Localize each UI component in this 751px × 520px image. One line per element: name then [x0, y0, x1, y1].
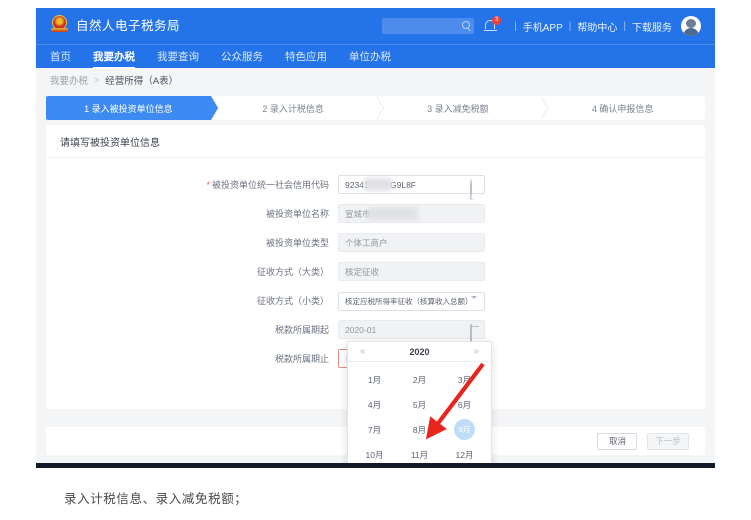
caption-text: 录入计税信息、录入减免税额； [64, 492, 248, 506]
month-cell-8[interactable]: 8月 [397, 418, 442, 441]
label-collection-major: 征收方式（大类） [256, 266, 329, 277]
step-1-label: 1 录入被投资单位信息 [84, 103, 173, 114]
breadcrumb-parent[interactable]: 我要办税 [50, 73, 88, 87]
window-bottom-frame [36, 463, 715, 468]
month-grid: 1月 2月 3月 4月 5月 6月 7月 8月 9月 10月 11月 12月 [348, 362, 491, 463]
month-cell-9[interactable]: 9月 [442, 418, 487, 441]
picker-year-label[interactable]: 2020 [409, 347, 429, 357]
label-credit-code: * 被投资单位统一社会信用代码 [206, 179, 329, 190]
prev-year-button[interactable]: « [360, 346, 366, 357]
month-cell-10[interactable]: 10月 [352, 443, 397, 463]
brand-title: 自然人电子税务局 [76, 18, 181, 33]
required-marker: * [206, 179, 210, 190]
field-row-period-start: 税款所属期起 [46, 316, 705, 343]
step-1[interactable]: 1 录入被投资单位信息 [46, 96, 219, 120]
control-period-start [338, 320, 485, 343]
label-investee-type: 被投资单位类型 [265, 237, 329, 248]
nav-item-featured-apps[interactable]: 特色应用 [285, 45, 327, 69]
header-separator-3: | [623, 20, 626, 32]
period-start-input [338, 320, 485, 339]
national-emblem-icon [50, 14, 70, 34]
control-investee-name [338, 204, 485, 223]
field-row-collection-major: 征收方式（大类） [46, 258, 705, 284]
label-period-end: 税款所属期止 [274, 353, 329, 364]
investee-form: *被投资单位统一社会信用代码 G9L8F 被投资单位名称 [46, 158, 705, 372]
label-collection-minor: 征收方式（小类） [256, 295, 329, 306]
main-nav: 首页 我要办税 我要查询 公众服务 特色应用 单位办税 [36, 44, 715, 69]
avatar[interactable] [681, 16, 701, 36]
month-cell-4[interactable]: 4月 [352, 393, 397, 416]
month-cell-1[interactable]: 1月 [352, 368, 397, 391]
app-window: 自然人电子税务局 3 | 手机APP | 帮助中心 | 下载服务 首页 我要办税… [36, 8, 715, 463]
next-step-button[interactable]: 下一步 [647, 432, 689, 450]
month-cell-7[interactable]: 7月 [352, 418, 397, 441]
notifications-button[interactable]: 3 [484, 16, 502, 34]
step-2-label: 2 录入计税信息 [262, 103, 324, 114]
field-row-investee-name: 被投资单位名称 [46, 200, 705, 226]
step-3[interactable]: 3 录入减免税额 [375, 96, 549, 120]
month-cell-12[interactable]: 12月 [442, 443, 487, 463]
next-year-button[interactable]: » [473, 346, 479, 357]
nav-item-public-service[interactable]: 公众服务 [221, 45, 263, 69]
field-row-credit-code: *被投资单位统一社会信用代码 G9L8F [46, 171, 705, 198]
header-link-download-service[interactable]: 下载服务 [632, 19, 672, 34]
month-cell-5[interactable]: 5月 [397, 393, 442, 416]
search-input[interactable] [382, 18, 475, 34]
credit-code-suffix: G9L8F [390, 179, 416, 190]
month-cell-2[interactable]: 2月 [397, 368, 442, 391]
search-icon [462, 21, 471, 29]
month-cell-3[interactable]: 3月 [442, 368, 487, 391]
control-investee-type [338, 233, 485, 252]
month-cell-6[interactable]: 6月 [442, 393, 487, 416]
screenshot-root: 自然人电子税务局 3 | 手机APP | 帮助中心 | 下载服务 首页 我要办税… [0, 0, 751, 520]
month-picker-popup[interactable]: « 2020 » 1月 2月 3月 4月 5月 6月 7月 8月 9月 10月 … [347, 341, 492, 463]
step-indicator: 1 录入被投资单位信息 2 录入计税信息 3 录入减免税额 4 确认申报信息 [46, 96, 705, 120]
nav-item-query[interactable]: 我要查询 [157, 45, 199, 69]
form-panel: 请填写被投资单位信息 *被投资单位统一社会信用代码 G9L8F [46, 125, 705, 463]
label-period-start: 税款所属期起 [274, 324, 329, 335]
control-collection-major [338, 262, 485, 281]
collection-minor-select[interactable] [338, 291, 485, 311]
control-credit-code: G9L8F [338, 175, 485, 198]
step-3-label: 3 录入减免税额 [427, 103, 489, 114]
redaction-block [364, 177, 392, 191]
redaction-block [368, 206, 418, 220]
step-2[interactable]: 2 录入计税信息 [210, 96, 384, 120]
collection-major-input [338, 262, 485, 281]
breadcrumb-current: 经营所得（A表） [105, 76, 179, 87]
step-4-label: 4 确认申报信息 [591, 103, 654, 114]
step-4[interactable]: 4 确认申报信息 [540, 96, 705, 120]
header-right: 3 | 手机APP | 帮助中心 | 下载服务 [382, 8, 701, 44]
cancel-button[interactable]: 取消 [597, 432, 638, 450]
nav-item-tax-filing[interactable]: 我要办税 [93, 45, 135, 69]
month-cell-11[interactable]: 11月 [397, 443, 442, 463]
site-header: 自然人电子税务局 3 | 手机APP | 帮助中心 | 下载服务 [36, 8, 715, 44]
month-picker-header: « 2020 » [348, 342, 491, 362]
field-row-investee-type: 被投资单位类型 [46, 229, 705, 255]
brand[interactable]: 自然人电子税务局 [50, 14, 180, 34]
breadcrumb-separator: > [94, 75, 100, 85]
header-link-help-center[interactable]: 帮助中心 [577, 19, 617, 34]
label-investee-name: 被投资单位名称 [265, 208, 329, 219]
header-separator-2: | [568, 20, 572, 32]
breadcrumb: 我要办税 > 经营所得（A表） [36, 68, 715, 92]
control-collection-minor [338, 291, 485, 316]
header-link-mobile-app[interactable]: 手机APP [523, 19, 563, 34]
header-separator-1: | [514, 20, 517, 32]
nav-item-home[interactable]: 首页 [50, 45, 71, 69]
notification-badge: 3 [492, 16, 502, 25]
panel-title: 请填写被投资单位信息 [46, 125, 705, 158]
field-row-collection-minor: 征收方式（小类） [46, 287, 705, 316]
investee-type-input [338, 233, 485, 252]
nav-item-unit-tax[interactable]: 单位办税 [349, 45, 391, 69]
